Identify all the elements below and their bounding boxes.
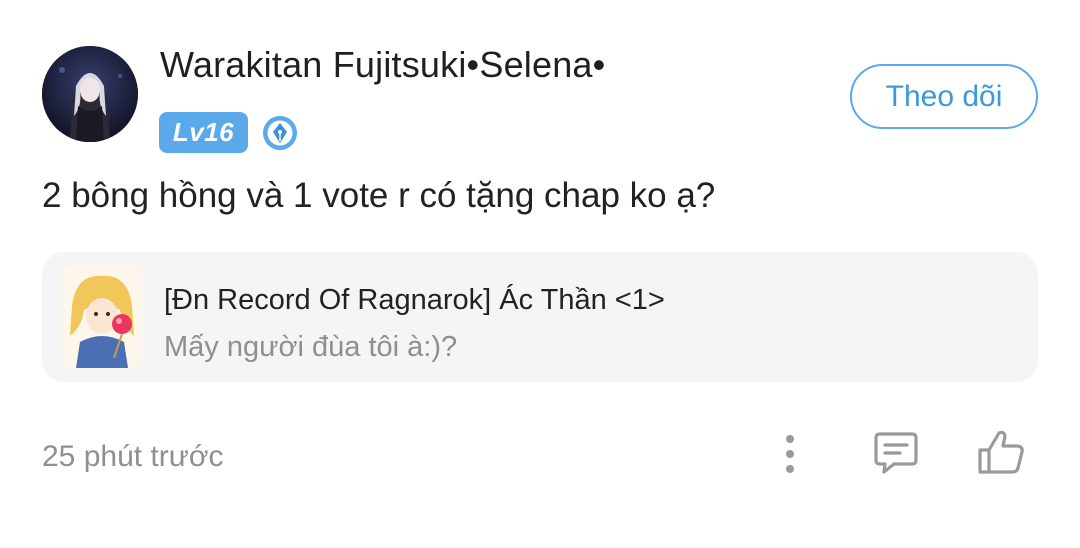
timestamp: 25 phút trước	[42, 440, 224, 473]
author-name[interactable]: Warakitan Fujitsuki•Selena•	[160, 44, 605, 86]
story-title: [Đn Record Of Ragnarok] Ác Thần <1>	[164, 284, 665, 316]
avatar-image	[42, 46, 138, 142]
story-card[interactable]: [Đn Record Of Ragnarok] Ác Thần <1> Mấy …	[42, 252, 1038, 382]
story-cover-image	[62, 266, 142, 368]
comment-text: 2 bông hồng và 1 vote r có tặng chap ko …	[42, 176, 716, 215]
writer-badge-icon	[262, 115, 298, 151]
story-subtitle: Mấy người đùa tôi à:)?	[164, 331, 458, 363]
thumbs-up-icon[interactable]	[976, 428, 1026, 476]
more-vertical-icon[interactable]	[774, 432, 806, 476]
avatar[interactable]	[42, 46, 138, 142]
follow-button[interactable]: Theo dõi	[850, 64, 1038, 129]
comment-icon[interactable]	[872, 430, 920, 476]
comment-post: Warakitan Fujitsuki•Selena• Lv16 Theo dõ…	[0, 0, 1080, 548]
level-badge: Lv16	[159, 112, 248, 153]
